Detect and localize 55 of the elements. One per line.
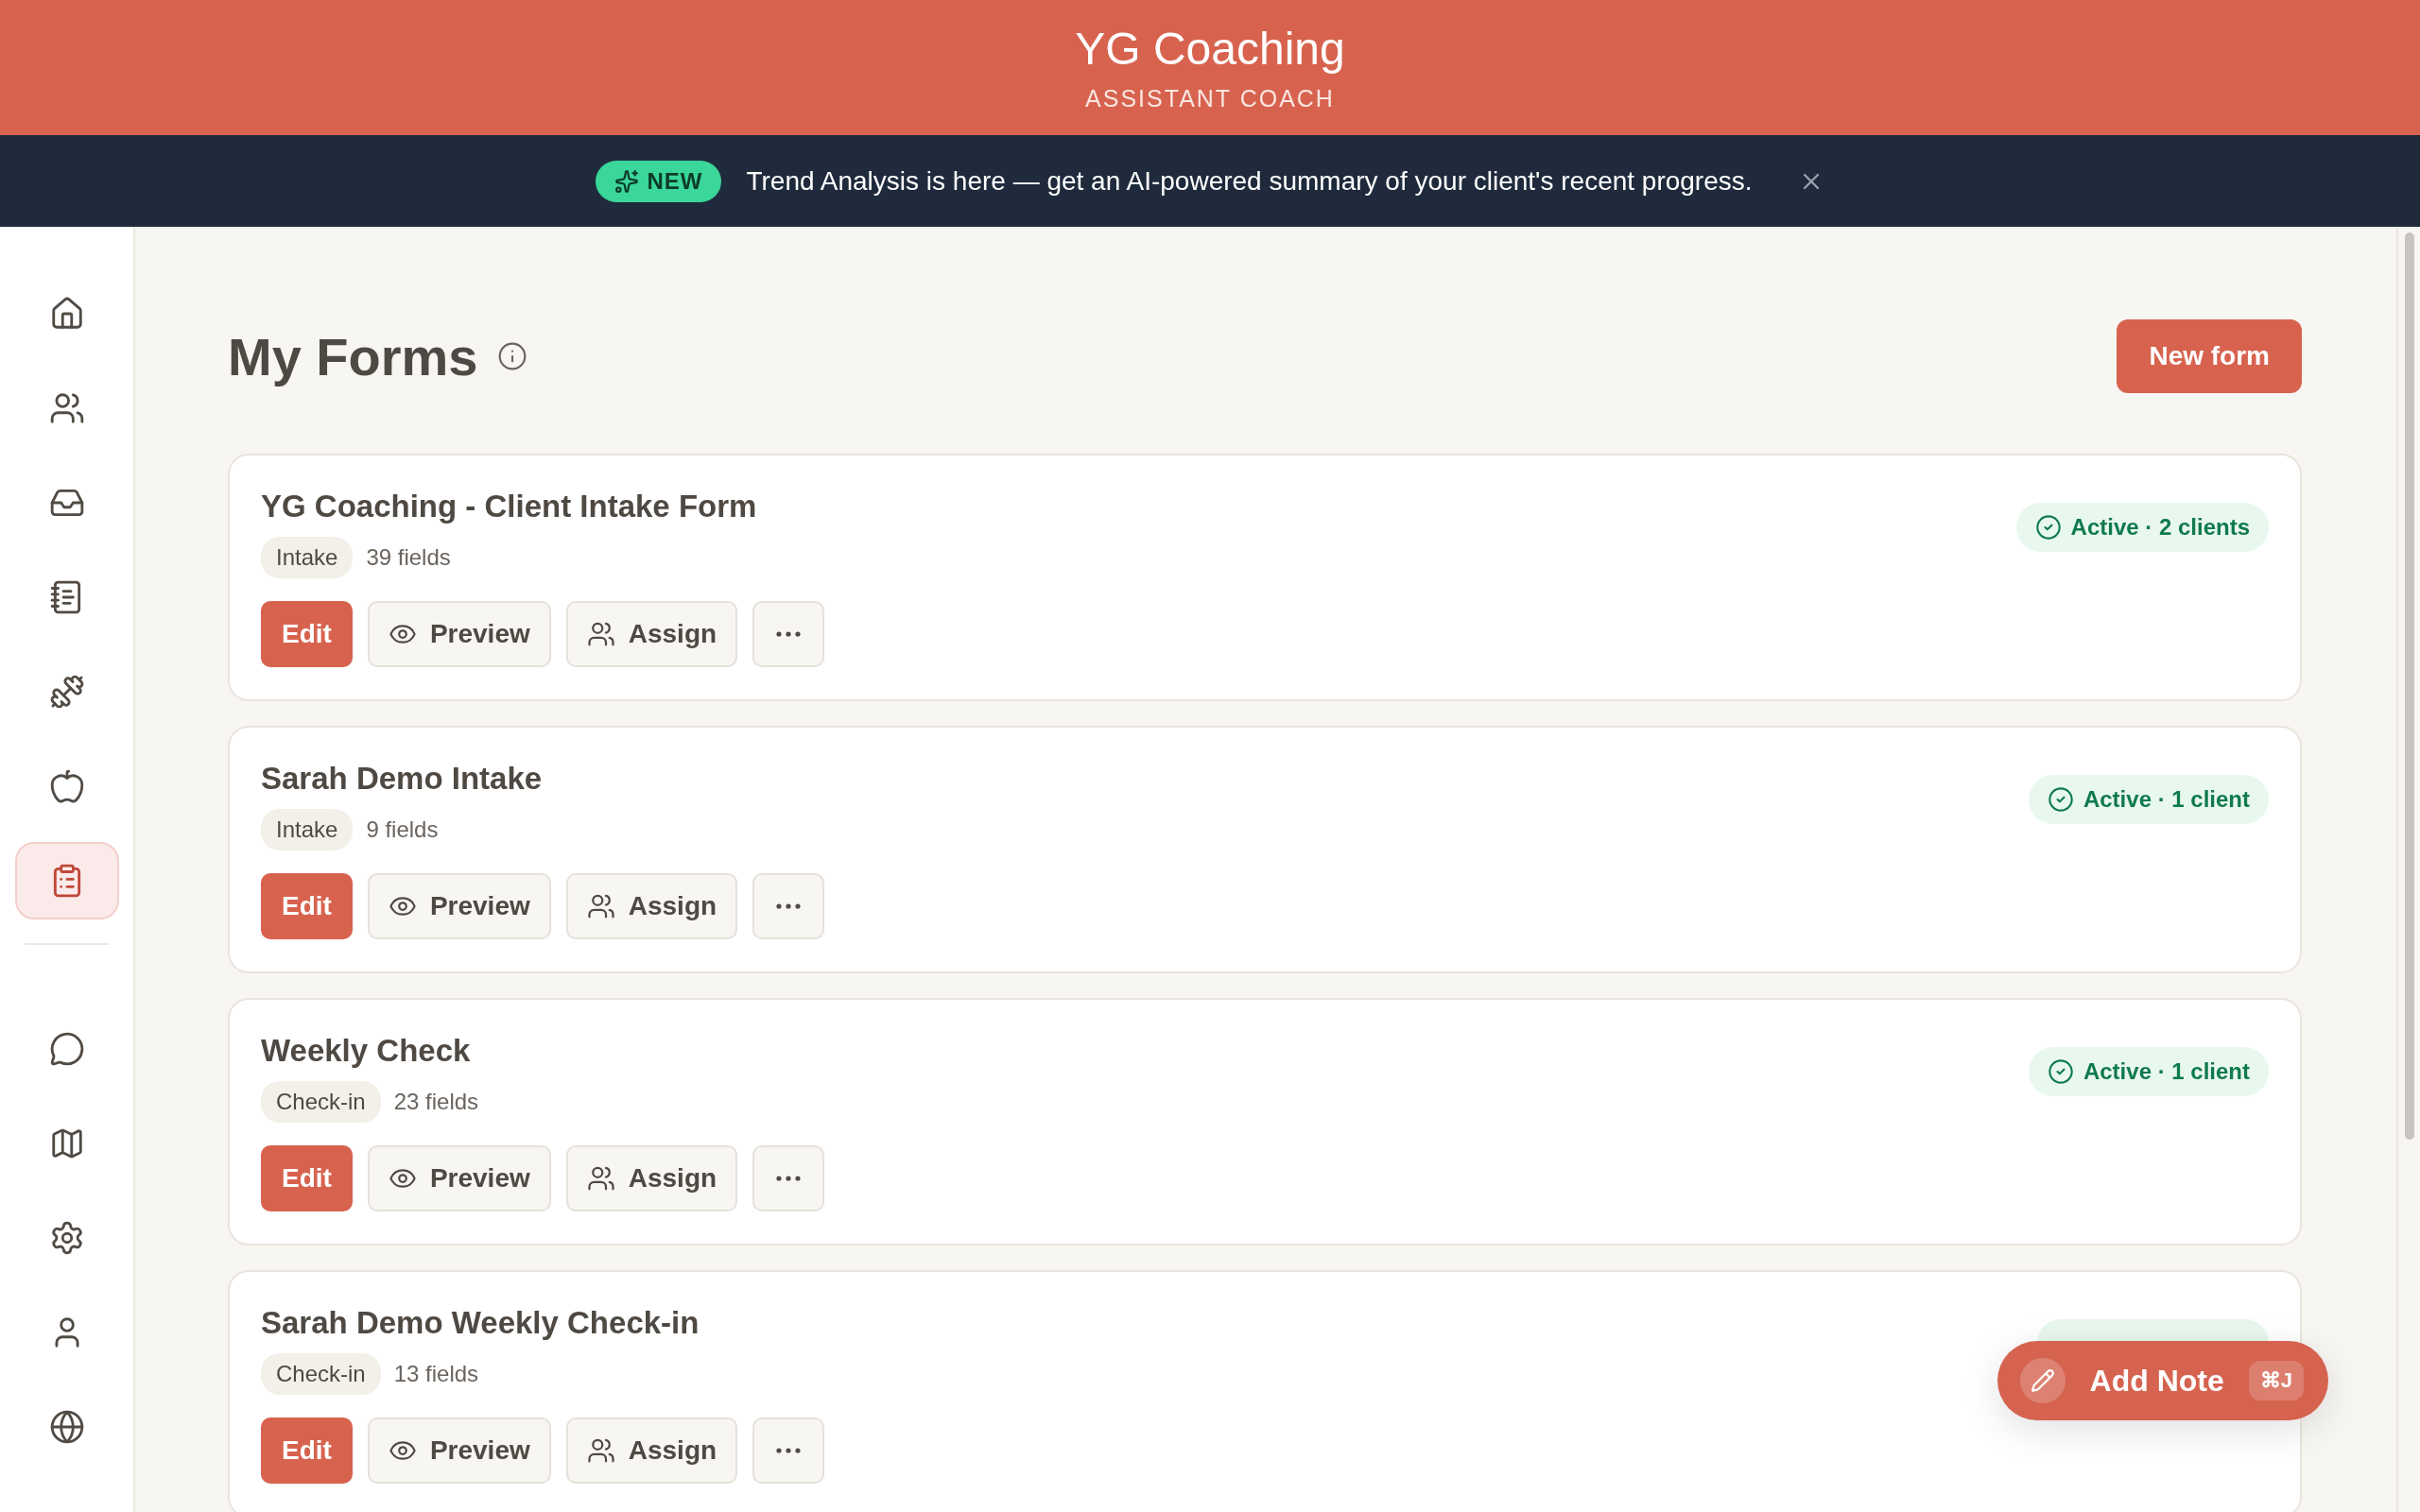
chat-icon (48, 1031, 85, 1067)
sidebar-item[interactable] (14, 842, 119, 919)
globe-icon (48, 1409, 85, 1445)
field-count: 9 fields (366, 816, 439, 843)
form-title: Sarah Demo Intake (261, 760, 544, 798)
preview-button[interactable]: Preview (367, 1418, 551, 1484)
dumbbell-icon (48, 674, 85, 710)
form-title: Weekly Check (261, 1032, 472, 1070)
users-icon (586, 1164, 615, 1193)
preview-button[interactable]: Preview (367, 873, 551, 939)
form-type-tag: Check-in (261, 1353, 381, 1395)
app-title: YG Coaching (1075, 23, 1345, 76)
sparkle-icon (614, 168, 640, 194)
status-badge: Active · 1 client (2028, 1047, 2269, 1096)
form-type-tag: Intake (261, 809, 354, 850)
users-icon (48, 390, 85, 426)
assign-button[interactable]: Assign (565, 873, 738, 939)
add-note-button[interactable]: Add Note ⌘J (1996, 1341, 2328, 1420)
status-badge: Active · 1 client (2028, 775, 2269, 824)
assign-button[interactable]: Assign (565, 601, 738, 667)
status-badge: Active · 2 clients (2015, 503, 2269, 552)
new-badge: NEW (596, 160, 722, 202)
assign-button[interactable]: Assign (565, 1145, 738, 1211)
shortcut-key: ⌘J (2248, 1361, 2304, 1400)
new-form-button[interactable]: New form (2117, 319, 2302, 393)
announcement-text: Trend Analysis is here — get an AI-powered summary of your client's recent progress. (746, 165, 1753, 197)
check-circle-icon (2047, 1058, 2074, 1085)
users-icon (586, 1436, 615, 1465)
apple-icon (48, 768, 85, 804)
preview-button[interactable]: Preview (367, 601, 551, 667)
app-subtitle: ASSISTANT COACH (1085, 85, 1335, 112)
preview-button[interactable]: Preview (367, 1145, 551, 1211)
more-icon (776, 1448, 802, 1453)
field-count: 13 fields (393, 1361, 479, 1387)
edit-button[interactable]: Edit (261, 1418, 353, 1484)
form-type-tag: Intake (261, 537, 354, 578)
edit-button[interactable]: Edit (261, 1145, 353, 1211)
users-icon (586, 892, 615, 920)
edit-button[interactable]: Edit (261, 601, 353, 667)
field-count: 23 fields (393, 1089, 479, 1115)
field-count: 39 fields (366, 544, 451, 571)
more-icon (776, 1176, 802, 1181)
form-title: YG Coaching - Client Intake Form (261, 488, 758, 525)
more-icon (776, 631, 802, 637)
form-title: Sarah Demo Weekly Check-in (261, 1304, 700, 1342)
assign-button[interactable]: Assign (565, 1418, 738, 1484)
form-type-tag: Check-in (261, 1081, 381, 1123)
edit-button[interactable]: Edit (261, 873, 353, 939)
page-title: My Forms (228, 325, 478, 387)
check-circle-icon (2047, 786, 2074, 813)
check-circle-icon (2034, 514, 2062, 541)
users-icon (586, 620, 615, 648)
info-icon[interactable] (496, 341, 527, 371)
more-icon (776, 903, 802, 909)
pencil-icon (2030, 1368, 2055, 1393)
